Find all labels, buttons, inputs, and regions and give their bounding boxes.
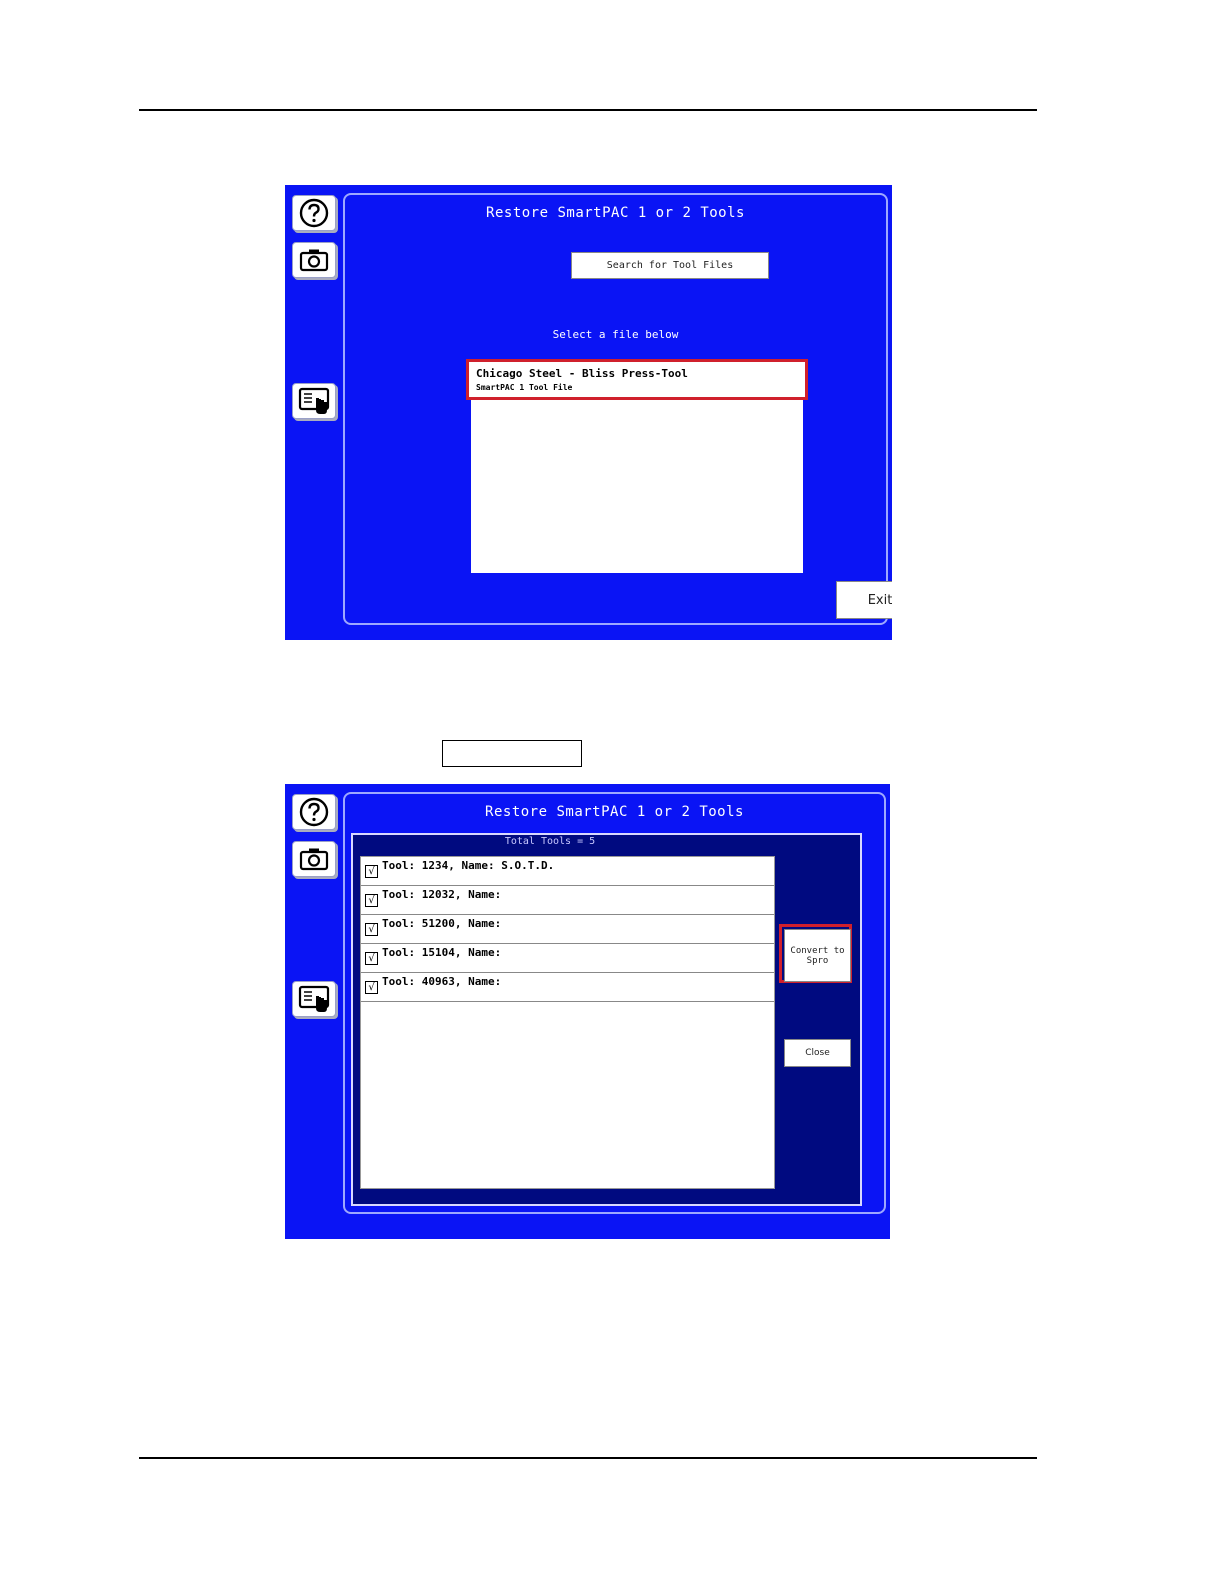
screenshot-button[interactable]	[292, 841, 336, 877]
tool-row[interactable]: √ Tool: 40963, Name:	[361, 973, 774, 1002]
tool-label: Tool: 51200, Name:	[382, 917, 502, 930]
tool-row[interactable]: √ Tool: 15104, Name:	[361, 944, 774, 973]
close-button[interactable]: Close	[784, 1039, 851, 1067]
file-type: SmartPAC 1 Tool File	[476, 383, 573, 392]
tool-label: Tool: 12032, Name:	[382, 888, 502, 901]
tool-checkbox[interactable]: √	[365, 894, 378, 907]
tool-row[interactable]: √ Tool: 12032, Name:	[361, 886, 774, 915]
touchscreen-button[interactable]	[292, 383, 336, 419]
help-icon	[299, 198, 329, 228]
screen-title: Restore SmartPAC 1 or 2 Tools	[486, 205, 745, 221]
tool-list[interactable]: √ Tool: 1234, Name: S.O.T.D. √ Tool: 120…	[360, 856, 775, 1189]
bottom-rule	[139, 1457, 1037, 1459]
touchscreen-button[interactable]	[292, 981, 336, 1017]
tool-label: Tool: 1234, Name: S.O.T.D.	[382, 859, 555, 872]
total-tools-label: Total Tools = 5	[504, 836, 596, 847]
search-tool-files-button[interactable]: Search for Tool Files	[571, 252, 769, 279]
restore-screen-tool-list: Restore SmartPAC 1 or 2 Tools Total Tool…	[285, 784, 890, 1239]
tool-checkbox[interactable]: √	[365, 952, 378, 965]
caption-box	[442, 740, 582, 767]
select-file-label: Select a file below	[552, 328, 679, 341]
convert-to-spro-button[interactable]: Convert to Spro	[784, 929, 851, 982]
help-button[interactable]	[292, 794, 336, 830]
top-rule	[139, 109, 1037, 111]
camera-icon	[299, 249, 329, 272]
tool-label: Tool: 15104, Name:	[382, 946, 502, 959]
tool-row[interactable]: √ Tool: 51200, Name:	[361, 915, 774, 944]
file-list-item-selected[interactable]: Chicago Steel - Bliss Press-Tool SmartPA…	[466, 359, 808, 400]
help-button[interactable]	[292, 195, 336, 231]
tool-row[interactable]: √ Tool: 1234, Name: S.O.T.D.	[361, 857, 774, 886]
tool-checkbox[interactable]: √	[365, 981, 378, 994]
camera-icon	[299, 848, 329, 871]
screenshot-button[interactable]	[292, 242, 336, 278]
main-panel: Restore SmartPAC 1 or 2 Tools Search for…	[343, 193, 892, 625]
touchscreen-icon	[298, 985, 330, 1012]
file-name: Chicago Steel - Bliss Press-Tool	[476, 367, 688, 380]
tool-checkbox[interactable]: √	[365, 923, 378, 936]
tool-checkbox[interactable]: √	[365, 865, 378, 878]
screen-title: Restore SmartPAC 1 or 2 Tools	[485, 804, 744, 820]
restore-screen-file-select: Restore SmartPAC 1 or 2 Tools Search for…	[285, 185, 892, 640]
tool-label: Tool: 40963, Name:	[382, 975, 502, 988]
exit-button[interactable]: Exit	[836, 581, 892, 619]
help-icon	[299, 797, 329, 827]
touchscreen-icon	[298, 387, 330, 414]
